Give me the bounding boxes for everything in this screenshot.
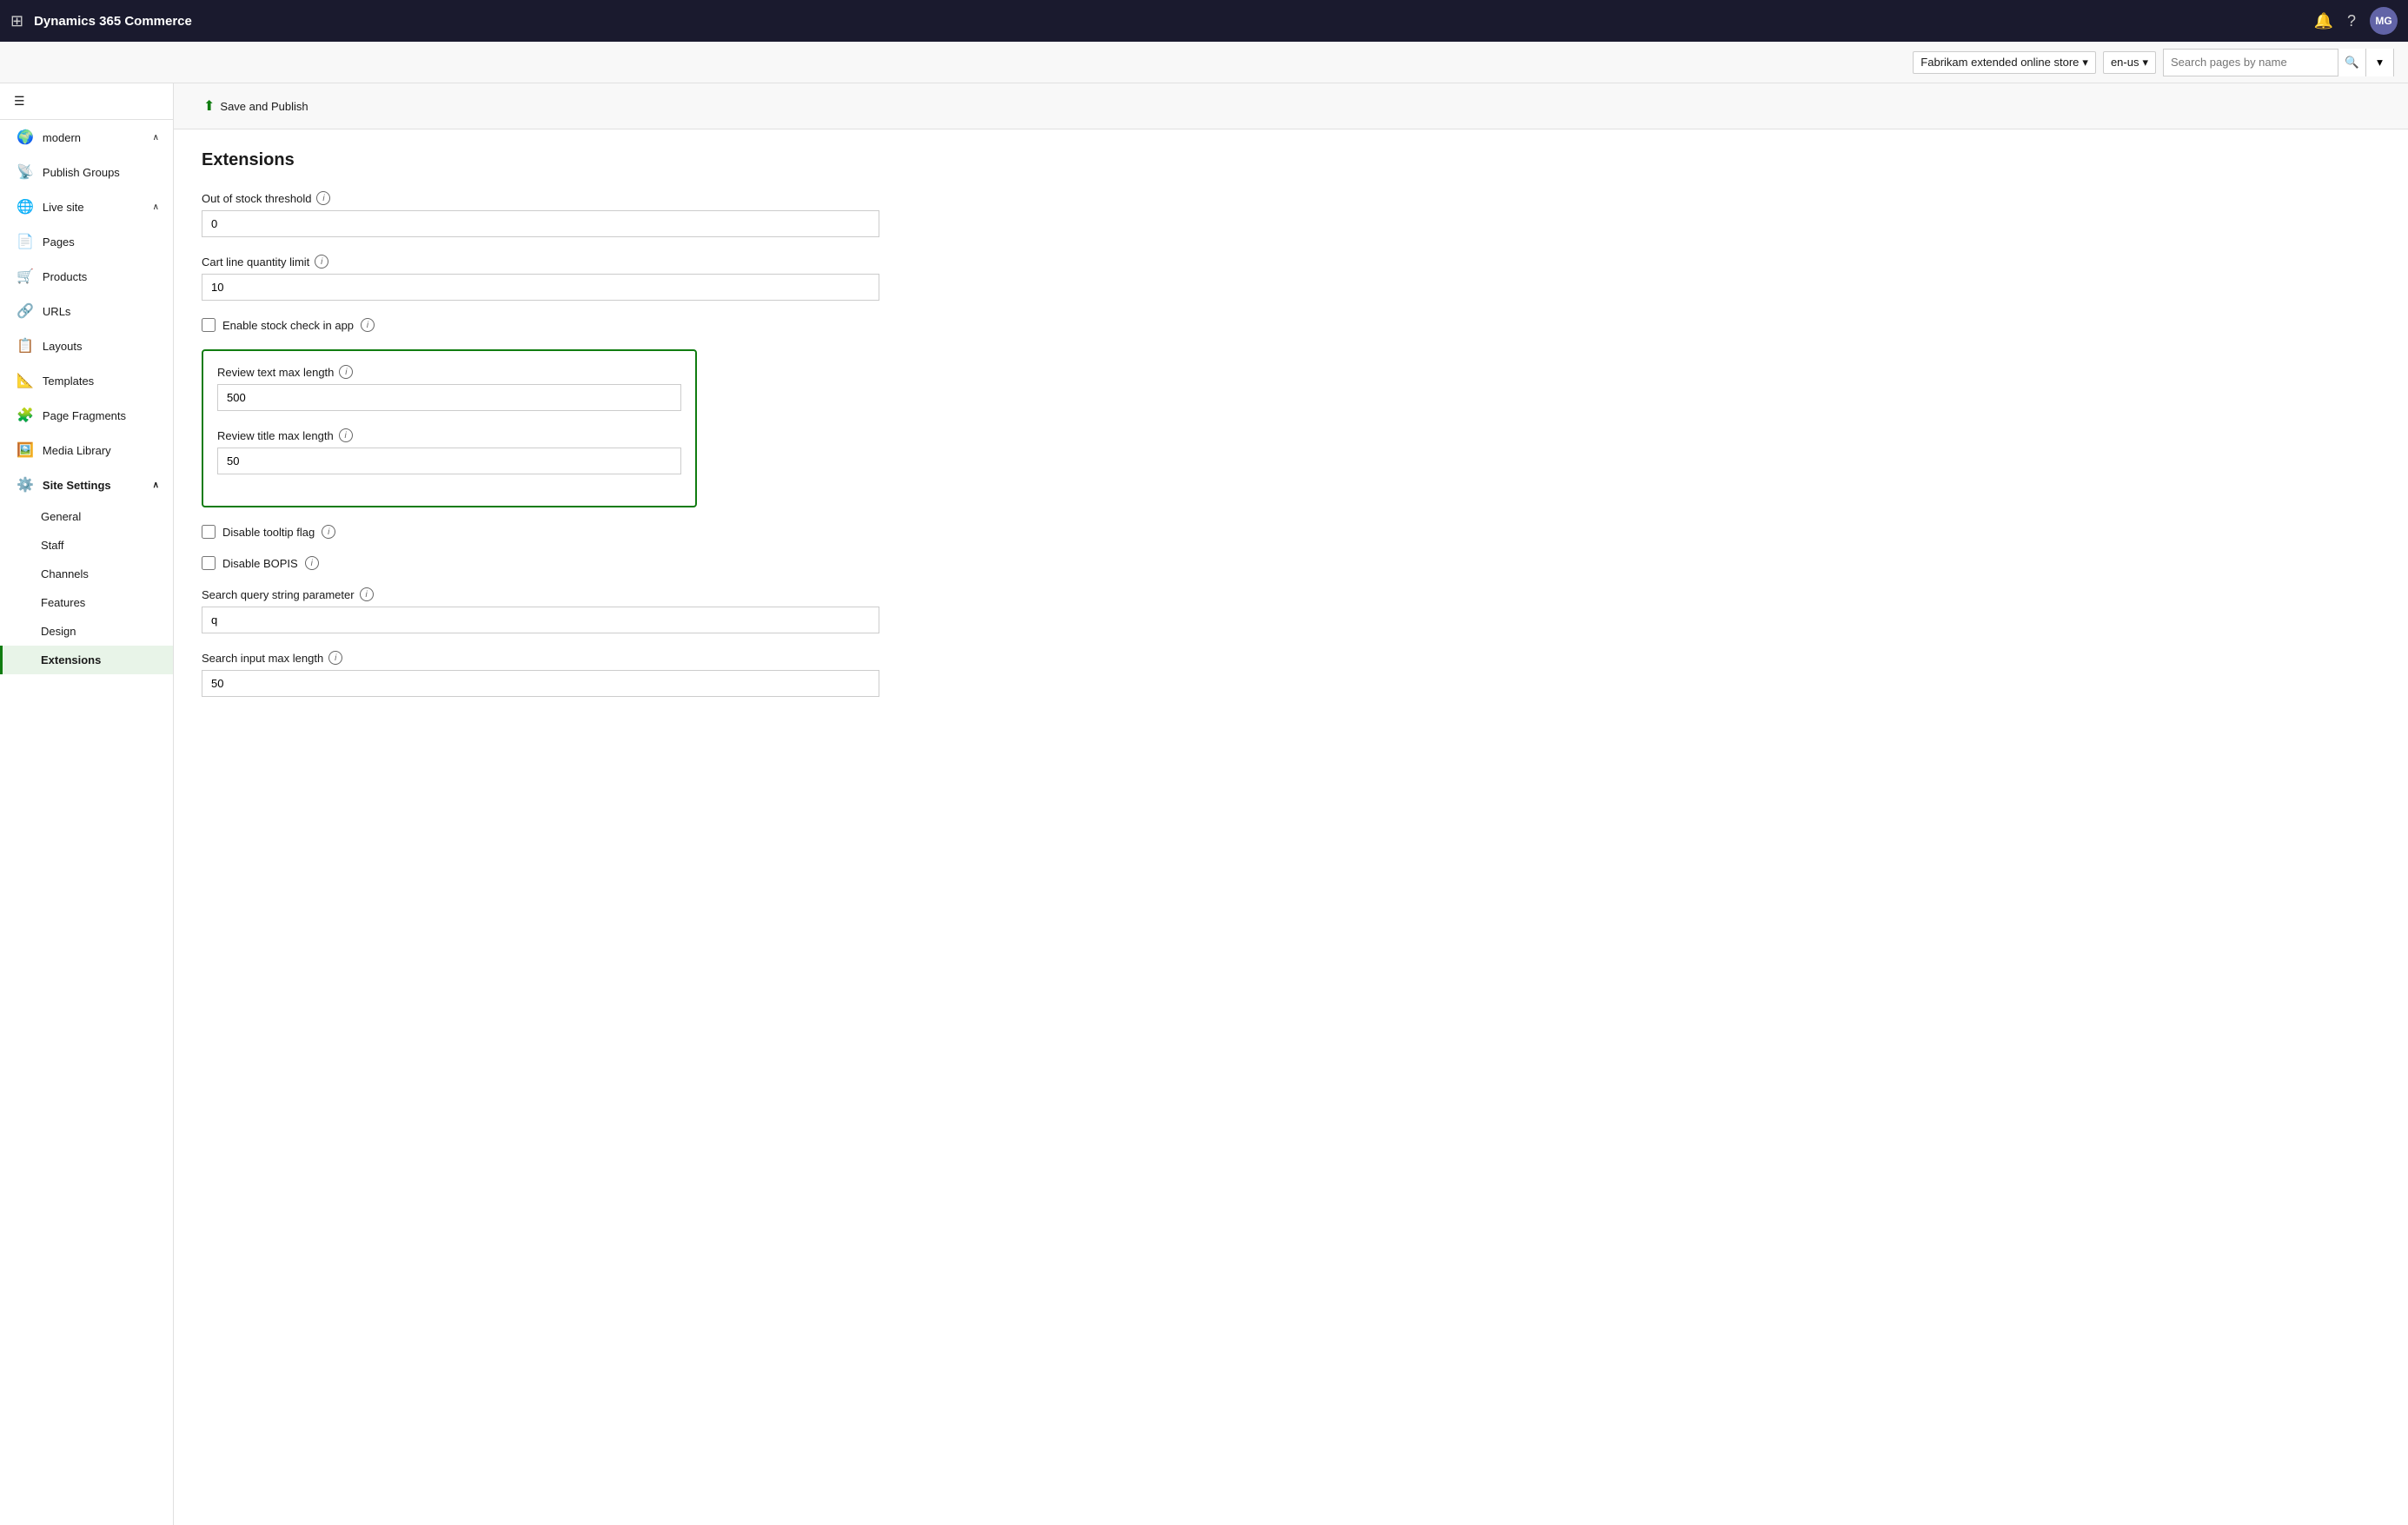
search-input-max-input[interactable] bbox=[202, 670, 879, 697]
sidebar-item-design[interactable]: Design bbox=[0, 617, 173, 646]
save-publish-button[interactable]: ⬆ Save and Publish bbox=[191, 92, 321, 120]
field-disable-bopis: Disable BOPIS i bbox=[202, 556, 928, 570]
page-search-box: 🔍 ▾ bbox=[2163, 49, 2394, 76]
field-review-text-max-length: Review text max length i bbox=[217, 365, 681, 411]
field-disable-tooltip-flag: Disable tooltip flag i bbox=[202, 525, 928, 539]
field-cart-line-quantity-limit: Cart line quantity limit i bbox=[202, 255, 928, 301]
search-query-string-label: Search query string parameter i bbox=[202, 587, 928, 601]
sidebar-toggle[interactable]: ☰ bbox=[0, 83, 173, 120]
search-dropdown-button[interactable]: ▾ bbox=[2365, 49, 2393, 76]
extensions-content: Extensions Out of stock threshold i Cart… bbox=[174, 129, 956, 735]
help-icon[interactable]: ? bbox=[2347, 12, 2356, 30]
sidebar-item-live-site[interactable]: 🌐 Live site ∧ bbox=[0, 189, 173, 224]
cart-line-info-icon[interactable]: i bbox=[315, 255, 328, 269]
main-content-area: ⬆ Save and Publish Extensions Out of sto… bbox=[174, 83, 2408, 1525]
field-search-query-string: Search query string parameter i bbox=[202, 587, 928, 633]
chevron-up-icon: ∧ bbox=[153, 481, 159, 490]
field-review-title-max-length: Review title max length i bbox=[217, 428, 681, 474]
search-query-string-input[interactable] bbox=[202, 607, 879, 633]
settings-icon: ⚙️ bbox=[17, 476, 34, 494]
grid-icon[interactable]: ⊞ bbox=[10, 12, 23, 30]
enable-stock-check-checkbox[interactable] bbox=[202, 318, 216, 332]
lang-label: en-us bbox=[2111, 56, 2139, 69]
sidebar-item-templates[interactable]: 📐 Templates bbox=[0, 363, 173, 398]
save-publish-label: Save and Publish bbox=[220, 100, 308, 113]
top-navigation: ⊞ Dynamics 365 Commerce 🔔 ? MG bbox=[0, 0, 2408, 42]
disable-tooltip-flag-checkbox[interactable] bbox=[202, 525, 216, 539]
review-fields-highlighted: Review text max length i Review title ma… bbox=[202, 349, 697, 507]
store-selector[interactable]: Fabrikam extended online store ▾ bbox=[1913, 51, 2096, 74]
user-avatar[interactable]: MG bbox=[2370, 7, 2398, 35]
pages-icon: 📄 bbox=[17, 233, 34, 250]
search-input-max-label: Search input max length i bbox=[202, 651, 928, 665]
out-of-stock-info-icon[interactable]: i bbox=[316, 191, 330, 205]
fragments-icon: 🧩 bbox=[17, 407, 34, 424]
review-text-max-label: Review text max length i bbox=[217, 365, 681, 379]
app-title: Dynamics 365 Commerce bbox=[34, 14, 2303, 29]
sidebar-item-channels[interactable]: Channels bbox=[0, 560, 173, 588]
disable-bopis-checkbox[interactable] bbox=[202, 556, 216, 570]
cart-line-quantity-input[interactable] bbox=[202, 274, 879, 301]
disable-bopis-info-icon[interactable]: i bbox=[305, 556, 319, 570]
sidebar-item-modern[interactable]: 🌍 modern ∧ bbox=[0, 120, 173, 155]
topnav-right: 🔔 ? MG bbox=[2314, 7, 2398, 35]
sidebar: ☰ 🌍 modern ∧ 📡 Publish Groups 🌐 Live sit… bbox=[0, 83, 174, 1525]
page-title: Extensions bbox=[202, 150, 928, 170]
out-of-stock-threshold-input[interactable] bbox=[202, 210, 879, 237]
field-enable-stock-check: Enable stock check in app i bbox=[202, 318, 928, 332]
secondary-toolbar: Fabrikam extended online store ▾ en-us ▾… bbox=[0, 42, 2408, 83]
layouts-icon: 📋 bbox=[17, 337, 34, 355]
urls-icon: 🔗 bbox=[17, 302, 34, 320]
chevron-icon: ∧ bbox=[153, 133, 159, 143]
review-title-max-input[interactable] bbox=[217, 448, 681, 474]
hamburger-icon: ☰ bbox=[14, 94, 25, 109]
upload-icon: ⬆ bbox=[203, 97, 215, 115]
sidebar-item-urls[interactable]: 🔗 URLs bbox=[0, 294, 173, 328]
field-out-of-stock-threshold: Out of stock threshold i bbox=[202, 191, 928, 237]
content-toolbar: ⬆ Save and Publish bbox=[174, 83, 2408, 129]
page-search-input[interactable] bbox=[2164, 50, 2338, 76]
sidebar-item-features[interactable]: Features bbox=[0, 588, 173, 617]
cart-line-quantity-label: Cart line quantity limit i bbox=[202, 255, 928, 269]
notification-icon[interactable]: 🔔 bbox=[2314, 12, 2333, 30]
disable-tooltip-flag-label: Disable tooltip flag bbox=[222, 526, 315, 539]
chevron-down-icon: ▾ bbox=[2142, 56, 2148, 70]
templates-icon: 📐 bbox=[17, 372, 34, 389]
search-input-max-info-icon[interactable]: i bbox=[328, 651, 342, 665]
media-icon: 🖼️ bbox=[17, 441, 34, 459]
chevron-down-icon: ▾ bbox=[2082, 56, 2088, 70]
sidebar-item-products[interactable]: 🛒 Products bbox=[0, 259, 173, 294]
sidebar-item-general[interactable]: General bbox=[0, 502, 173, 531]
language-selector[interactable]: en-us ▾ bbox=[2103, 51, 2156, 74]
products-icon: 🛒 bbox=[17, 268, 34, 285]
disable-tooltip-info-icon[interactable]: i bbox=[322, 525, 335, 539]
sidebar-item-site-settings[interactable]: ⚙️ Site Settings ∧ bbox=[0, 467, 173, 502]
sidebar-item-staff[interactable]: Staff bbox=[0, 531, 173, 560]
store-label: Fabrikam extended online store bbox=[1920, 56, 2079, 69]
enable-stock-info-icon[interactable]: i bbox=[361, 318, 375, 332]
enable-stock-check-label: Enable stock check in app bbox=[222, 319, 354, 332]
sidebar-item-page-fragments[interactable]: 🧩 Page Fragments bbox=[0, 398, 173, 433]
review-text-info-icon[interactable]: i bbox=[339, 365, 353, 379]
site-icon: 🌍 bbox=[17, 129, 34, 146]
sidebar-item-layouts[interactable]: 📋 Layouts bbox=[0, 328, 173, 363]
review-text-max-input[interactable] bbox=[217, 384, 681, 411]
body-layout: ☰ 🌍 modern ∧ 📡 Publish Groups 🌐 Live sit… bbox=[0, 83, 2408, 1525]
sidebar-item-media-library[interactable]: 🖼️ Media Library bbox=[0, 433, 173, 467]
search-query-info-icon[interactable]: i bbox=[360, 587, 374, 601]
out-of-stock-threshold-label: Out of stock threshold i bbox=[202, 191, 928, 205]
search-button[interactable]: 🔍 bbox=[2338, 49, 2365, 76]
review-title-max-label: Review title max length i bbox=[217, 428, 681, 442]
sidebar-item-extensions[interactable]: Extensions bbox=[0, 646, 173, 674]
publish-icon: 📡 bbox=[17, 163, 34, 181]
sidebar-item-publish-groups[interactable]: 📡 Publish Groups bbox=[0, 155, 173, 189]
sidebar-item-pages[interactable]: 📄 Pages bbox=[0, 224, 173, 259]
live-site-icon: 🌐 bbox=[17, 198, 34, 215]
field-search-input-max-length: Search input max length i bbox=[202, 651, 928, 697]
chevron-down-icon: ∧ bbox=[153, 202, 159, 212]
review-title-info-icon[interactable]: i bbox=[339, 428, 353, 442]
disable-bopis-label: Disable BOPIS bbox=[222, 557, 298, 570]
